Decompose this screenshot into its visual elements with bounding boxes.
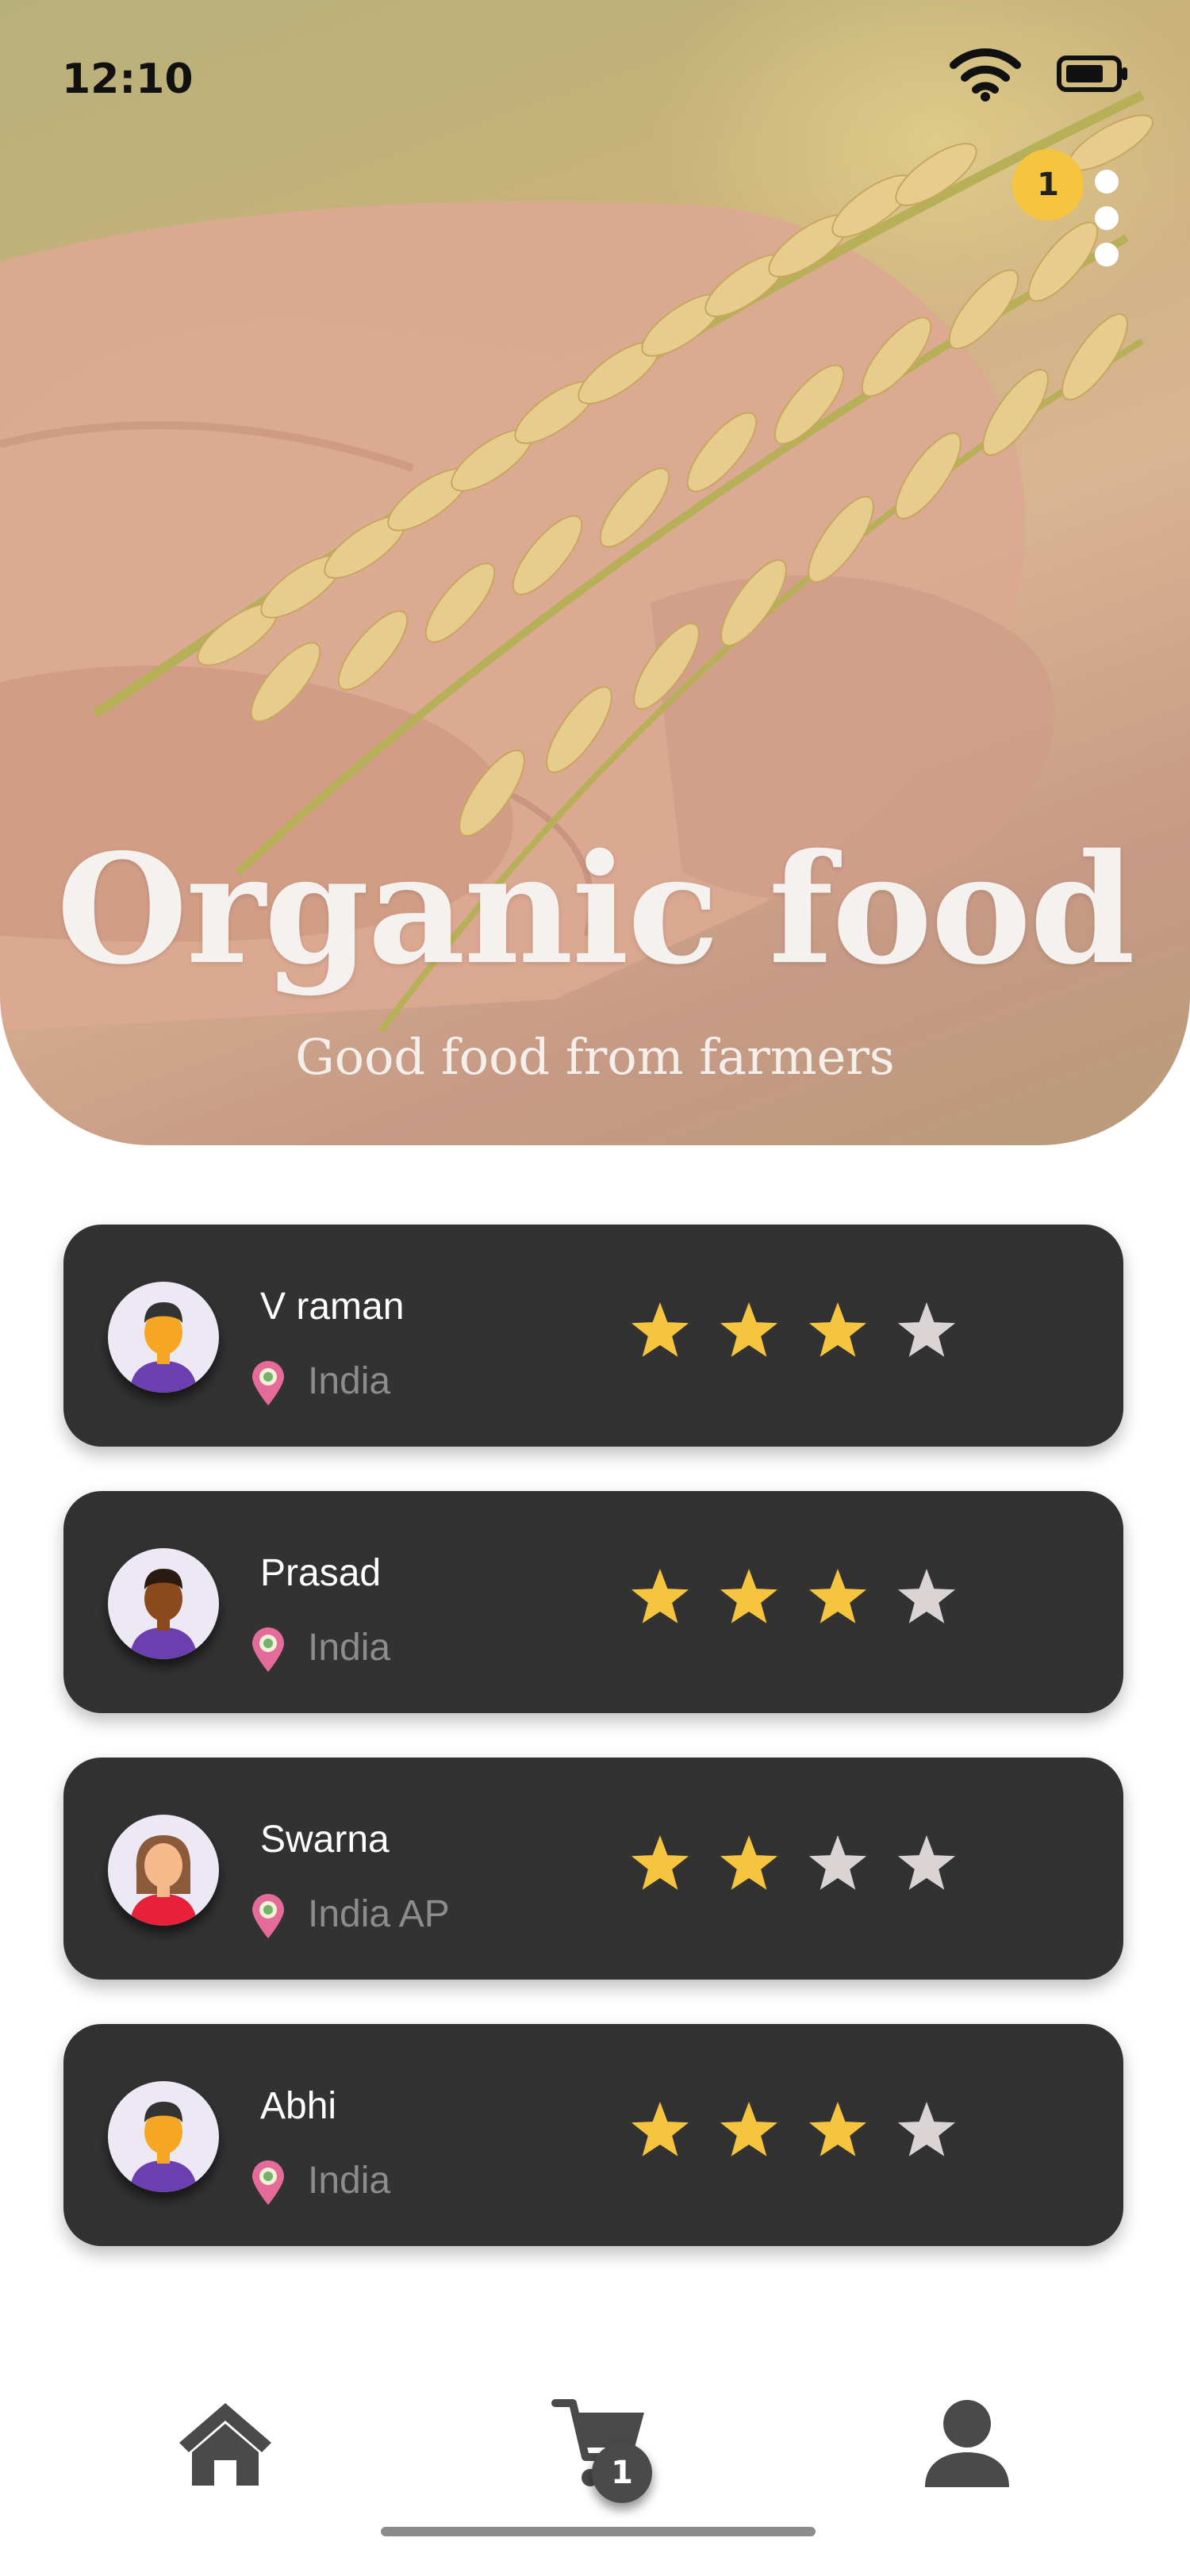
star-empty-icon — [897, 1569, 956, 1623]
avatar — [108, 1815, 219, 1926]
star-rating — [628, 1566, 1025, 1634]
battery-icon — [1057, 56, 1127, 92]
star-filled-icon — [631, 1302, 689, 1357]
avatar — [108, 1548, 219, 1659]
avatar — [108, 1282, 219, 1393]
farmer-name: Prasad — [260, 1552, 382, 1594]
hero-subtitle: Good food from farmers — [295, 1028, 895, 1086]
star-empty-icon — [897, 1302, 956, 1357]
person-icon — [925, 2400, 1009, 2487]
star-filled-icon — [808, 1569, 867, 1623]
farmer-card[interactable]: V raman India — [63, 1225, 1123, 1447]
more-menu-icon[interactable] — [1088, 167, 1123, 270]
star-filled-icon — [631, 1835, 689, 1890]
star-filled-icon — [720, 1835, 778, 1890]
status-time: 12:10 — [62, 56, 194, 103]
farmer-location: India — [308, 1360, 391, 1402]
hero-title: Organic food — [56, 821, 1135, 998]
star-filled-icon — [631, 1569, 689, 1623]
farmer-location: India — [308, 1627, 391, 1669]
star-rating — [628, 1832, 1025, 1900]
star-empty-icon — [897, 1835, 956, 1890]
cart-badge: 1 — [592, 2443, 652, 2503]
star-filled-icon — [808, 2102, 867, 2156]
location-pin-icon — [249, 1359, 287, 1407]
home-icon — [179, 2403, 271, 2486]
status-icons — [949, 46, 1130, 102]
star-rating — [628, 2099, 1025, 2167]
wifi-icon — [950, 48, 1021, 102]
star-filled-icon — [720, 1302, 778, 1357]
farmer-card[interactable]: Abhi India — [63, 2024, 1123, 2246]
farmer-name: V raman — [260, 1286, 405, 1328]
farmer-location: India AP — [308, 1893, 450, 1935]
farmer-card[interactable]: Prasad India — [63, 1491, 1123, 1713]
home-indicator — [381, 2527, 816, 2536]
hero-banner: Organic food Good food from farmers — [0, 0, 1190, 1145]
farmer-name: Abhi — [260, 2085, 337, 2127]
nav-profile[interactable] — [923, 2398, 1011, 2492]
star-filled-icon — [631, 2102, 689, 2156]
farmer-name: Swarna — [260, 1819, 390, 1861]
star-rating — [628, 1299, 1025, 1367]
avatar — [108, 2081, 219, 2192]
star-empty-icon — [808, 1835, 867, 1890]
nav-home[interactable] — [176, 2397, 274, 2492]
star-filled-icon — [808, 1302, 867, 1357]
location-pin-icon — [249, 1626, 287, 1673]
farmer-card[interactable]: Swarna India AP — [63, 1758, 1123, 1980]
location-pin-icon — [249, 1892, 287, 1940]
location-pin-icon — [249, 2159, 287, 2206]
star-filled-icon — [720, 1569, 778, 1623]
star-empty-icon — [897, 2102, 956, 2156]
notification-badge[interactable]: 1 — [1012, 149, 1084, 220]
farmer-location: India — [308, 2160, 391, 2202]
star-filled-icon — [720, 2102, 778, 2156]
